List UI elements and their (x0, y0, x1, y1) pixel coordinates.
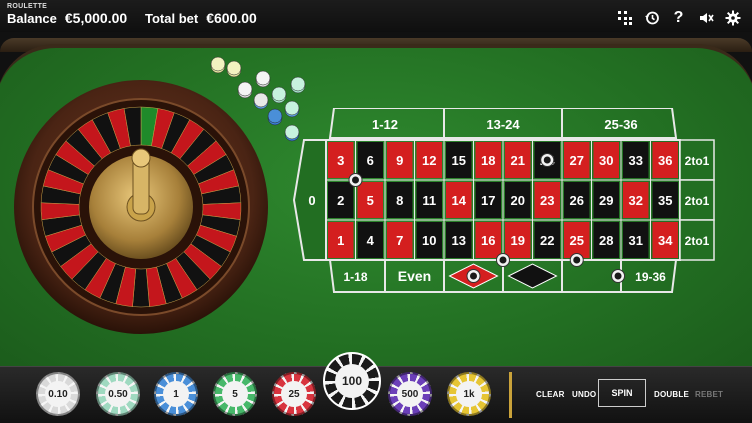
sound-icon[interactable] (692, 8, 719, 28)
number-label: 6 (367, 153, 374, 168)
number-label: 23 (540, 193, 554, 208)
top-icons: ? (611, 8, 746, 28)
number-label: 7 (396, 233, 403, 248)
top-bar: ROULETTE Balance €5,000.00 Total bet €600.… (0, 0, 752, 32)
number-label: 32 (629, 193, 643, 208)
settings-icon[interactable] (719, 8, 746, 28)
chip-value: 500 (397, 381, 423, 407)
dozen-label: 25-36 (604, 117, 637, 132)
bet-low-label: 1-18 (343, 270, 367, 284)
number-label: 3 (337, 153, 344, 168)
number-label: 10 (422, 233, 436, 248)
tray-divider (509, 372, 512, 418)
number-label: 27 (570, 153, 584, 168)
chip-0-50[interactable]: 0.50 (96, 372, 140, 416)
number-label: 13 (452, 233, 466, 248)
placed-chip (466, 269, 481, 283)
chip-value: 0.50 (105, 381, 131, 407)
number-label: 1 (337, 233, 344, 248)
chip-value: 0.10 (45, 381, 71, 407)
chip-value: 1k (456, 381, 482, 407)
number-label: 26 (570, 193, 584, 208)
number-label: 11 (422, 193, 436, 208)
number-label: 36 (658, 153, 672, 168)
chip-value: 25 (281, 381, 307, 407)
number-label: 18 (481, 153, 495, 168)
number-label: 21 (511, 153, 525, 168)
bet-even-label: Even (398, 268, 431, 284)
zero-label: 0 (308, 193, 315, 208)
number-label: 14 (452, 193, 467, 208)
number-label: 4 (367, 233, 375, 248)
number-label: 17 (481, 193, 495, 208)
number-label: 34 (658, 233, 673, 248)
number-label: 28 (599, 233, 613, 248)
placed-chip (569, 253, 584, 267)
column-label: 2to1 (685, 234, 710, 248)
balance: Balance €5,000.00 (7, 10, 127, 26)
number-label: 16 (481, 233, 495, 248)
help-icon[interactable]: ? (665, 8, 692, 28)
number-label: 25 (570, 233, 584, 248)
number-label: 12 (422, 153, 436, 168)
chip-0-10[interactable]: 0.10 (36, 372, 80, 416)
balance-label: Balance (7, 11, 57, 26)
chip-25[interactable]: 25 (272, 372, 316, 416)
history-icon[interactable] (638, 8, 665, 28)
game-title: ROULETTE (7, 3, 48, 10)
chip-value: 100 (334, 363, 370, 399)
number-label: 35 (658, 193, 672, 208)
grid-dots-icon[interactable] (611, 8, 638, 28)
balance-value: €5,000.00 (64, 10, 128, 26)
double-button[interactable]: DOUBLE (654, 390, 689, 399)
number-label: 2 (337, 193, 344, 208)
number-label: 29 (599, 193, 613, 208)
chip-100[interactable]: 100 (323, 352, 381, 410)
total-bet-label: Total bet (145, 11, 199, 26)
bet-high-label: 19-36 (635, 270, 666, 284)
spin-button[interactable]: SPIN (598, 379, 646, 407)
number-label: 30 (599, 153, 613, 168)
column-label: 2to1 (685, 154, 710, 168)
placed-chip (611, 269, 626, 283)
total-bet: Total bet €600.00 (145, 10, 257, 26)
clear-button[interactable]: CLEAR (536, 390, 565, 399)
rebet-button[interactable]: REBET (695, 390, 723, 399)
number-label: 19 (511, 233, 525, 248)
chip-1[interactable]: 1 (154, 372, 198, 416)
chip-5[interactable]: 5 (213, 372, 257, 416)
number-label: 31 (629, 233, 643, 248)
roulette-wheel (14, 80, 268, 334)
number-label: 8 (396, 193, 403, 208)
placed-chip (348, 173, 363, 187)
number-label: 20 (511, 193, 525, 208)
total-bet-value: €600.00 (206, 10, 257, 26)
dozen-label: 1-12 (372, 117, 398, 132)
betting-board: 1-1213-2425-3603691215182124273033362581… (292, 108, 715, 293)
chip-1k[interactable]: 1k (447, 372, 491, 416)
placed-chip (540, 153, 555, 167)
number-label: 9 (396, 153, 403, 168)
number-label: 15 (452, 153, 466, 168)
placed-chip (496, 253, 510, 267)
column-label: 2to1 (685, 194, 710, 208)
dozen-label: 13-24 (486, 117, 520, 132)
undo-button[interactable]: UNDO (572, 390, 596, 399)
number-label: 5 (367, 193, 374, 208)
chip-value: 5 (222, 381, 248, 407)
chip-500[interactable]: 500 (388, 372, 432, 416)
number-label: 33 (629, 153, 643, 168)
number-label: 22 (540, 233, 554, 248)
chip-value: 1 (163, 381, 189, 407)
